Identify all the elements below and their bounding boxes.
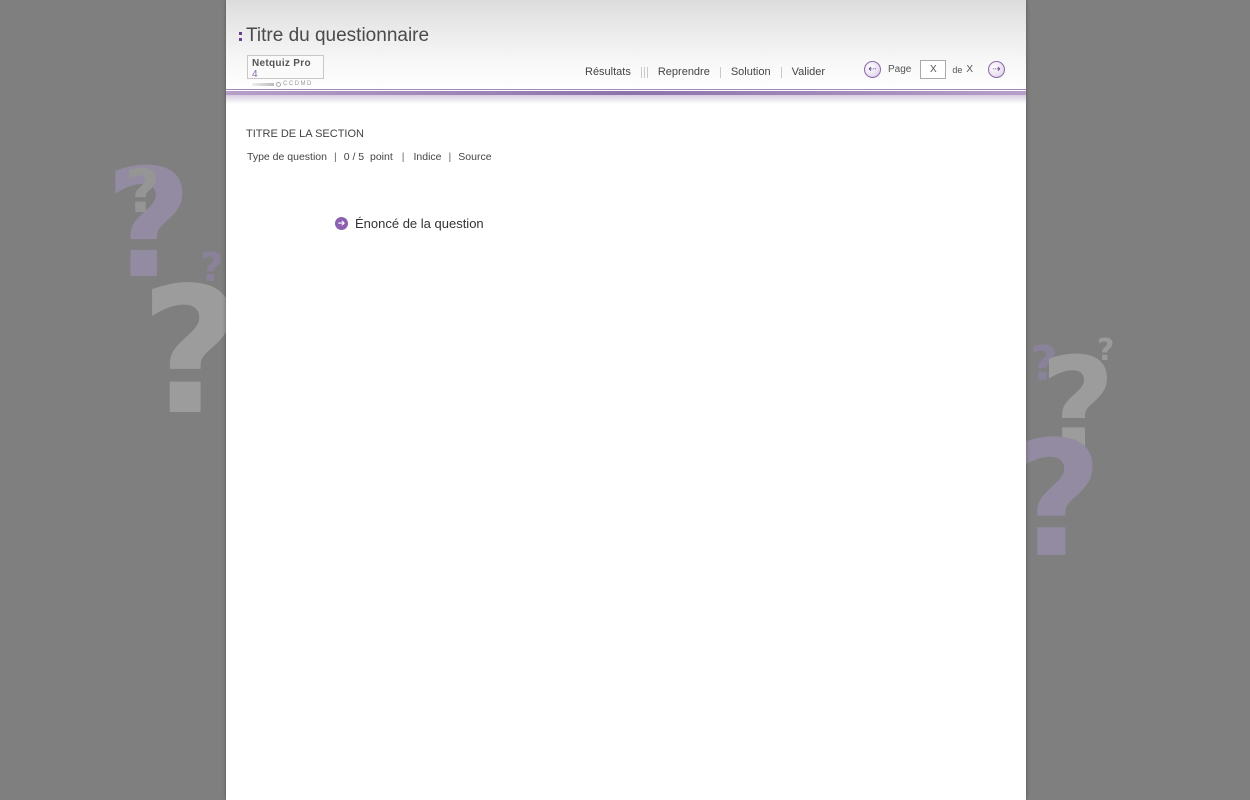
menu-separator [780, 66, 782, 78]
quiz-title: Titre du questionnaire [246, 25, 430, 46]
validate-button[interactable]: Valider [792, 66, 825, 78]
bg-question-mark-icon: ? [200, 245, 224, 291]
retry-button[interactable]: Reprendre [658, 66, 710, 78]
next-page-button[interactable]: ⇢ [988, 61, 1006, 78]
question-score: 0 / 5 point [343, 151, 393, 163]
netquiz-logo: Netquiz Pro 4 CCDMD [247, 55, 324, 87]
section-title: TITRE DE LA SECTION [246, 128, 364, 140]
prev-page-button[interactable]: ⇠ [864, 61, 881, 78]
meta-separator: | [401, 151, 405, 163]
logo-org-row: CCDMD [252, 81, 319, 87]
arrow-right-icon: ⇢ [992, 63, 1001, 75]
meta-separator: | [448, 151, 452, 163]
logo-name-row: Netquiz Pro 4 [252, 58, 319, 80]
arrow-left-icon: ⇠ [868, 63, 877, 75]
solution-button[interactable]: Solution [731, 66, 771, 78]
logo-org: CCDMD [283, 81, 313, 87]
header-divider [226, 89, 1026, 105]
logo-dot-icon [276, 81, 281, 87]
question-meta: Type de question | 0 / 5 point | Indice … [247, 151, 492, 163]
meta-separator: | [333, 151, 337, 163]
logo-version: 4 [252, 69, 258, 80]
source-link[interactable]: Source [458, 151, 491, 163]
page-label: Page [888, 64, 912, 75]
logo-name: Netquiz Pro [252, 58, 311, 69]
hint-link[interactable]: Indice [414, 151, 442, 163]
arrow-right-circle-icon: ➔ [335, 217, 348, 230]
quiz-panel: Titre du questionnaire Netquiz Pro 4 CCD… [226, 0, 1026, 800]
page-number-input[interactable] [920, 60, 947, 79]
menu-separator [719, 66, 721, 78]
quiz-title-wrap: Titre du questionnaire [239, 25, 429, 47]
logo-bar [252, 82, 274, 86]
title-bullet-icon [239, 31, 242, 41]
menu-separator [640, 66, 648, 78]
page-of-label: de [952, 64, 963, 75]
question-statement-text: Énoncé de la question [355, 216, 484, 231]
question-type: Type de question [247, 151, 327, 163]
pager: ⇠ Page de X ⇢ [864, 60, 1006, 79]
bg-question-mark-icon: ? [125, 157, 160, 227]
action-menu: Résultats Reprendre Solution Valider [585, 66, 825, 78]
page-total: X [966, 64, 974, 75]
header: Titre du questionnaire Netquiz Pro 4 CCD… [226, 0, 1026, 90]
question-statement: ➔ Énoncé de la question [335, 216, 484, 231]
results-button[interactable]: Résultats [585, 66, 631, 78]
